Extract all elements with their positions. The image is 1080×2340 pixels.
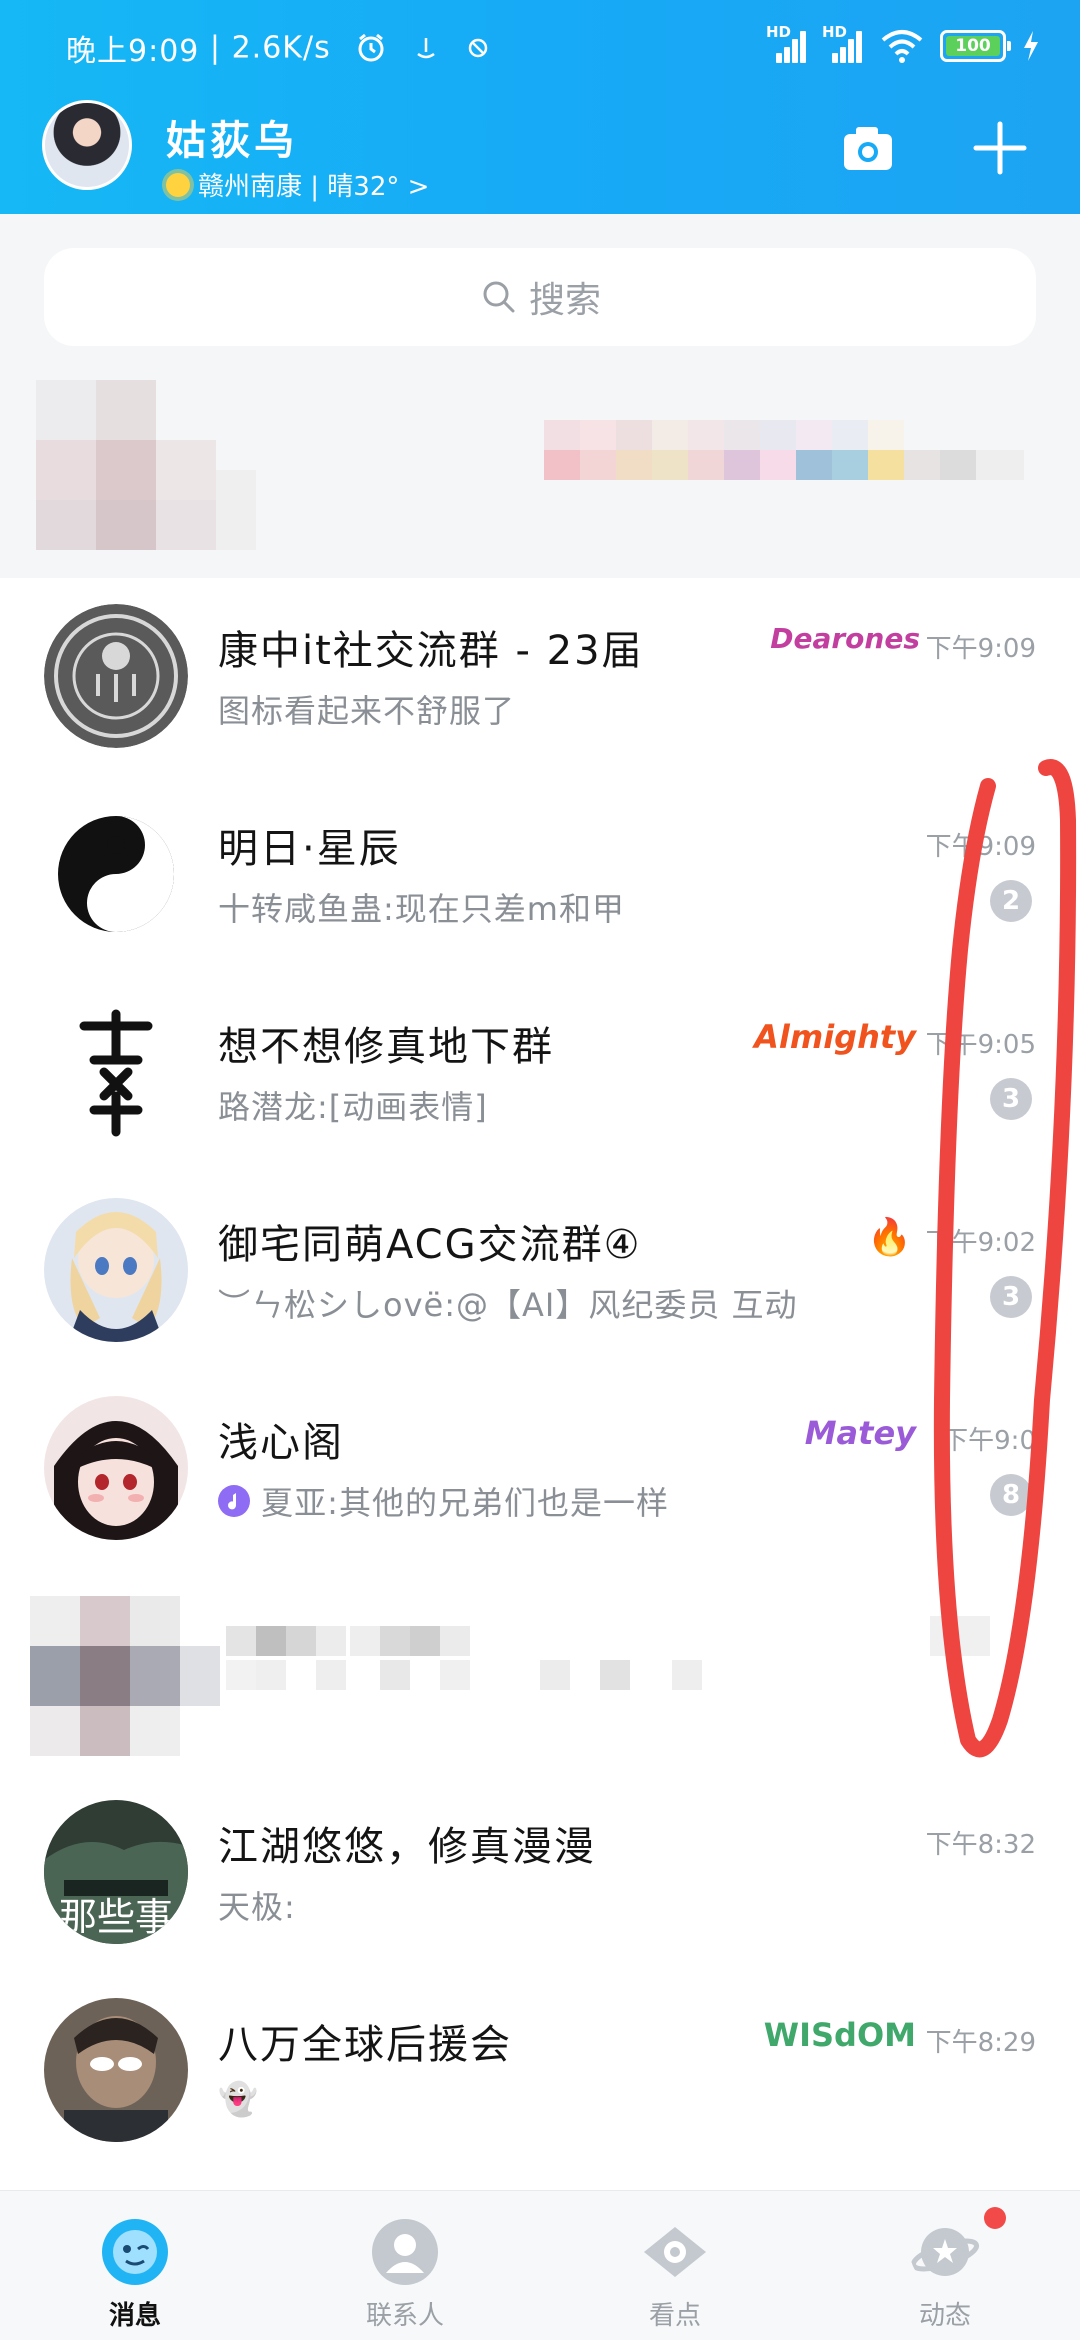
chat-name: 八万全球后援会 <box>218 2022 512 2068</box>
member-tag: WISdOM <box>763 2016 916 2054</box>
chat-item[interactable]: 御宅同萌ACG交流群④ ︶ㄣ松シしovë:@【AI】风纪委员 互动 🔥 下午9:… <box>0 1172 1080 1370</box>
svg-text:那些事: 那些事 <box>59 1895 173 1939</box>
chat-name: 御宅同萌ACG交流群④ <box>218 1222 642 1268</box>
blurred-pinned-chat[interactable] <box>0 350 1080 578</box>
search-area: 搜索 <box>0 214 1080 350</box>
chat-avatar <box>44 802 188 946</box>
chat-name: 明日·星辰 <box>218 826 401 872</box>
nav-label: 看点 <box>648 2301 701 2331</box>
top-bar: 晚上9:09 | 2.6K/s HD HD 100 姑荻乌 赣州南康 | 晴32… <box>0 0 1080 214</box>
chat-item[interactable]: 想不想修真地下群 路潜龙:[动画表情] Almighty 下午9:05 3 <box>0 974 1080 1172</box>
chat-avatar <box>44 1396 188 1540</box>
unread-badge: 2 <box>990 880 1032 922</box>
chat-last-message: ︶ㄣ松シしovë:@【AI】风纪委员 互动 <box>218 1286 798 1324</box>
chat-name: 江湖悠悠，修真漫漫 <box>218 1824 596 1870</box>
sun-icon <box>166 172 190 197</box>
alarm-icon <box>358 33 384 62</box>
member-tag: Almighty <box>754 1018 916 1056</box>
chat-item[interactable]: 康中it社交流群 - 23届 图标看起来不舒服了 Dearones 下午9:09 <box>0 578 1080 776</box>
pixelated-content <box>30 1596 990 1756</box>
charging-icon <box>1024 31 1038 61</box>
chat-time: 下午9:09 <box>925 832 1036 862</box>
chat-last-message-text: 夏亚:其他的兄弟们也是一样 <box>261 1484 669 1522</box>
chat-last-message: 十转咸鱼蛊:现在只差m和甲 <box>218 890 625 928</box>
nav-tab-moments[interactable]: 动态 <box>810 2191 1080 2340</box>
cell-signal-icon-2: HD <box>822 23 864 63</box>
chat-time: 下午8:32 <box>925 1830 1036 1860</box>
chat-item[interactable]: 那些事 江湖悠悠，修真漫漫 天极: 下午8:32 <box>0 1774 1080 1972</box>
unread-badge: 3 <box>990 1078 1032 1120</box>
music-note-icon <box>218 1485 250 1517</box>
plus-icon[interactable] <box>970 118 1030 178</box>
chat-avatar <box>44 1998 188 2142</box>
planet-icon <box>910 2228 980 2276</box>
notification-app-icon <box>417 38 435 59</box>
status-right: HD HD 100 <box>766 23 1040 66</box>
cell-signal-icon: HD <box>766 23 808 63</box>
bottom-nav: 消息 联系人 看点 动态 <box>0 2190 1080 2340</box>
chat-avatar <box>44 1000 188 1144</box>
blurred-chat-item[interactable] <box>0 1576 1080 1774</box>
chat-name: 康中it社交流群 - 23届 <box>218 628 644 674</box>
weather-info[interactable]: 赣州南康 | 晴32° > <box>166 166 429 203</box>
status-left: 晚上9:09 | 2.6K/s <box>66 26 492 70</box>
notification-app-icon-2 <box>469 38 488 58</box>
camera-icon[interactable] <box>838 118 898 178</box>
chat-time: 下午9:0 <box>942 1426 1036 1456</box>
nav-tab-contacts[interactable]: 联系人 <box>270 2191 540 2340</box>
search-input[interactable]: 搜索 <box>44 248 1036 346</box>
unread-badge: 8 <box>990 1474 1032 1516</box>
chat-last-message: 图标看起来不舒服了 <box>218 692 516 730</box>
chat-time: 下午9:09 <box>925 634 1036 664</box>
chat-avatar: 那些事 <box>44 1800 188 1944</box>
my-avatar[interactable] <box>42 100 132 190</box>
weather-text: 赣州南康 | 晴32° > <box>198 172 430 202</box>
nav-label: 动态 <box>918 2301 971 2331</box>
nav-tab-discover[interactable]: 看点 <box>540 2191 810 2340</box>
pixelated-content <box>36 380 1024 550</box>
nickname[interactable]: 姑荻乌 <box>166 108 298 166</box>
chat-time: 下午8:29 <box>925 2028 1036 2058</box>
chat-last-message: 👻 <box>218 2080 259 2118</box>
chat-item[interactable]: 明日·星辰 十转咸鱼蛊:现在只差m和甲 下午9:09 2 <box>0 776 1080 974</box>
chat-item[interactable]: 浅心阁 夏亚:其他的兄弟们也是一样 Matey 下午9:0 8 <box>0 1370 1080 1568</box>
nav-label: 联系人 <box>365 2301 444 2331</box>
chat-avatar <box>44 1198 188 1342</box>
contacts-icon <box>372 2219 438 2285</box>
chat-last-message: 夏亚:其他的兄弟们也是一样 <box>218 1478 669 1524</box>
header: 姑荻乌 赣州南康 | 晴32° > <box>0 96 1080 214</box>
nav-label: 消息 <box>108 2301 161 2331</box>
status-bar: 晚上9:09 | 2.6K/s HD HD 100 <box>0 0 1080 92</box>
chat-time: 下午9:05 <box>925 1030 1036 1060</box>
chat-name: 想不想修真地下群 <box>218 1024 554 1070</box>
wifi-icon <box>881 30 923 63</box>
eye-icon <box>644 2227 706 2277</box>
message-icon <box>102 2219 168 2285</box>
search-icon <box>483 281 515 313</box>
network-speed: 2.6K/s <box>231 30 331 66</box>
chat-last-message: 路潜龙:[动画表情] <box>218 1088 488 1126</box>
battery-icon: 100 <box>940 30 1011 62</box>
member-tag: Matey <box>804 1414 916 1452</box>
unread-badge: 3 <box>990 1276 1032 1318</box>
chat-item[interactable]: 八万全球后援会 👻 WISdOM 下午8:29 <box>0 1972 1080 2170</box>
member-tag: Dearones <box>770 622 920 655</box>
search-placeholder: 搜索 <box>528 280 601 321</box>
chat-name: 浅心阁 <box>218 1420 344 1466</box>
chat-time: 下午9:02 <box>925 1228 1036 1258</box>
fire-icon: 🔥 <box>867 1217 912 1258</box>
nav-tab-messages[interactable]: 消息 <box>0 2191 270 2340</box>
chat-avatar <box>44 604 188 748</box>
chat-last-message: 天极: <box>218 1888 296 1926</box>
status-time: 晚上9:09 <box>66 34 200 69</box>
new-activity-dot <box>984 2207 1006 2229</box>
